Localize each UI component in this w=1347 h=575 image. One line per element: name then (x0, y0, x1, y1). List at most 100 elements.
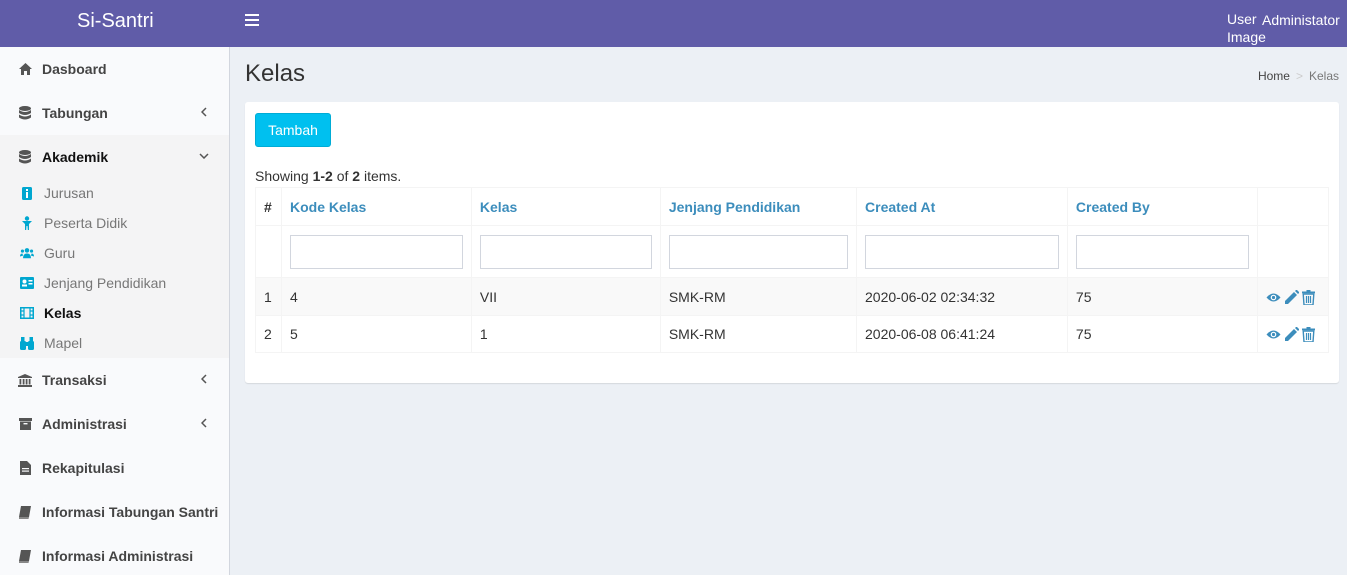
cell-created-by: 75 (1066, 315, 1258, 353)
eye-icon[interactable] (1266, 290, 1281, 305)
sidebar-item-guru[interactable]: Guru (0, 238, 229, 268)
info-icon (20, 186, 34, 200)
database-icon (18, 106, 32, 120)
brand-logo[interactable]: Si-Santri (0, 0, 230, 47)
cell-jenjang-pendidikan: SMK-RM (659, 315, 858, 353)
sidebar-item-label: Administrasi (42, 416, 127, 432)
filter-kode-kelas-input[interactable] (289, 234, 463, 269)
sidebar-item-mapel[interactable]: Mapel (0, 328, 229, 358)
sidebar-item-transaksi[interactable]: Transaksi (0, 358, 229, 402)
sidebar-item-label: Dasboard (42, 61, 107, 77)
cell-created-at: 2020-06-08 06:41:24 (856, 315, 1068, 353)
page-title: Kelas (245, 60, 306, 87)
summary-suffix: items. (360, 168, 402, 184)
cell-number: 1 (255, 277, 282, 316)
eye-icon[interactable] (1266, 327, 1281, 342)
cell-created-at: 2020-06-02 02:34:32 (856, 277, 1068, 316)
binoculars-icon (20, 336, 34, 350)
sidebar-item-label: Rekapitulasi (42, 460, 125, 476)
filter-cell (856, 225, 1068, 278)
filter-created-at-input[interactable] (865, 234, 1059, 269)
trash-icon[interactable] (1301, 327, 1317, 344)
sidebar-item-dasboard[interactable]: Dasboard (0, 47, 229, 91)
column-header-jenjang-pendidikan[interactable]: Jenjang Pendidikan (659, 187, 858, 226)
sidebar-item-informasi-tabungan-santri[interactable]: Informasi Tabungan Santri (0, 490, 229, 534)
summary-range: 1-2 (312, 168, 333, 184)
bank-icon (18, 373, 32, 387)
sidebar-item-jenjang-pendidikan[interactable]: Jenjang Pendidikan (0, 268, 229, 298)
book-icon (18, 549, 32, 563)
film-icon (20, 306, 34, 320)
hamburger-icon[interactable] (245, 14, 259, 28)
user-image[interactable]: User Image (1227, 10, 1266, 46)
archive-icon (18, 417, 32, 431)
child-icon (20, 216, 34, 230)
sidebar-item-label: Kelas (44, 305, 82, 321)
users-icon (20, 246, 34, 260)
sidebar-item-label: Transaksi (42, 372, 107, 388)
cell-kelas: 1 (470, 315, 661, 353)
sidebar-item-label: Mapel (44, 335, 83, 351)
sidebar-item-label: Peserta Didik (44, 215, 128, 231)
top-navbar: Si-Santri User Image Administator (0, 0, 1347, 47)
sidebar-item-jurusan[interactable]: Jurusan (0, 178, 229, 208)
table-row: 1 4 VII SMK-RM 2020-06-02 02:34:32 75 (255, 277, 1330, 316)
column-header-actions (1256, 187, 1330, 226)
pencil-icon[interactable] (1284, 289, 1300, 305)
filter-cell-empty (1256, 225, 1330, 278)
sidebar-item-akademik[interactable]: Akademik (0, 135, 229, 179)
cell-kode-kelas: 4 (280, 277, 472, 316)
filter-cell (659, 225, 858, 278)
column-header-number: # (255, 187, 282, 226)
cell-actions (1256, 277, 1330, 316)
user-name[interactable]: Administator (1262, 12, 1340, 28)
filter-cell (280, 225, 472, 278)
breadcrumb-separator: > (1295, 69, 1303, 83)
column-header-created-at[interactable]: Created At (856, 187, 1068, 226)
sidebar-item-tabungan[interactable]: Tabungan (0, 91, 229, 135)
column-header-kode-kelas[interactable]: Kode Kelas (280, 187, 472, 226)
submenu-akademik: Jurusan Peserta Didik Guru Jenjang Pendi… (0, 178, 229, 358)
column-header-created-by[interactable]: Created By (1066, 187, 1258, 226)
breadcrumb-current: Kelas (1308, 69, 1339, 83)
breadcrumb-home-link[interactable]: Home (1258, 69, 1290, 83)
sidebar-item-peserta-didik[interactable]: Peserta Didik (0, 208, 229, 238)
file-icon (18, 461, 32, 475)
filter-kelas-input[interactable] (479, 234, 652, 269)
cell-kelas: VII (470, 277, 661, 316)
cell-kode-kelas: 5 (280, 315, 472, 353)
sidebar-item-informasi-administrasi[interactable]: Informasi Administrasi (0, 534, 229, 575)
pencil-icon[interactable] (1284, 326, 1300, 342)
database-icon (18, 150, 32, 164)
filter-jenjang-pendidikan-input[interactable] (668, 234, 849, 269)
grid-summary: Showing 1-2 of 2 items. (255, 168, 401, 184)
table-header-row: # Kode Kelas Kelas Jenjang Pendidikan Cr… (255, 187, 1330, 226)
sidebar-item-label: Tabungan (42, 105, 108, 121)
summary-of: of (332, 168, 353, 184)
chevron-left-icon (197, 416, 211, 430)
sidebar-item-kelas[interactable]: Kelas (0, 298, 229, 328)
sidebar-item-rekapitulasi[interactable]: Rekapitulasi (0, 446, 229, 490)
cell-actions (1256, 315, 1330, 353)
chevron-left-icon (197, 372, 211, 386)
column-header-kelas[interactable]: Kelas (470, 187, 661, 226)
filter-row (255, 225, 1330, 278)
sidebar: Dasboard Tabungan Akademik Jurusan Peser… (0, 47, 230, 575)
filter-cell-empty (255, 225, 282, 278)
chevron-down-icon (197, 149, 211, 163)
summary-prefix: Showing (255, 168, 313, 184)
sidebar-item-label: Jurusan (44, 185, 94, 201)
trash-icon[interactable] (1301, 289, 1317, 306)
cell-created-by: 75 (1066, 277, 1258, 316)
filter-cell (470, 225, 661, 278)
add-button[interactable]: Tambah (255, 113, 331, 147)
kelas-table: # Kode Kelas Kelas Jenjang Pendidikan Cr… (255, 187, 1330, 353)
id-card-icon (20, 276, 34, 290)
sidebar-item-label: Akademik (42, 149, 109, 165)
home-icon (18, 62, 32, 76)
summary-total: 2 (352, 168, 361, 184)
content-box: Tambah Showing 1-2 of 2 items. # Kode Ke… (245, 102, 1339, 383)
sidebar-item-administrasi[interactable]: Administrasi (0, 402, 229, 446)
filter-created-by-input[interactable] (1075, 234, 1249, 269)
cell-number: 2 (255, 315, 282, 353)
